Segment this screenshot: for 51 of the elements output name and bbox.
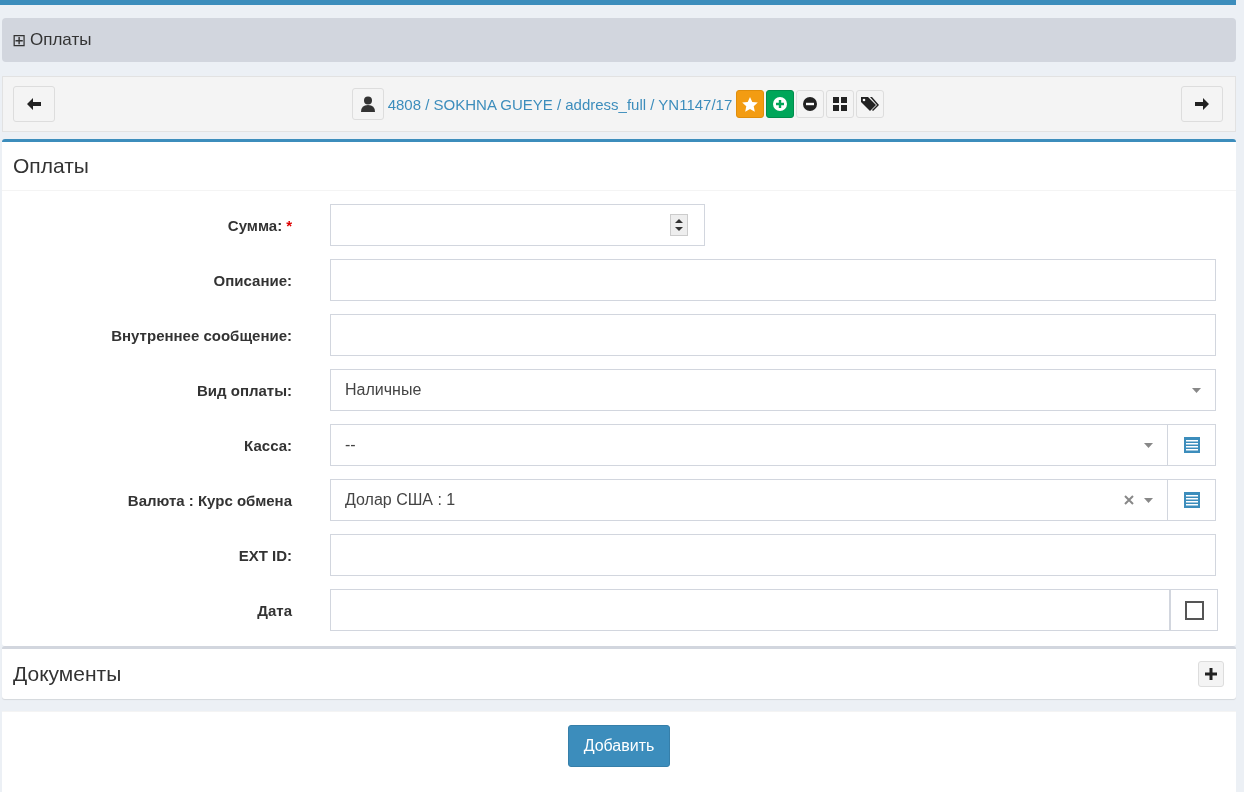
expand-icon[interactable]: ⊞ [12, 29, 26, 51]
select-field[interactable]: Наличные [330, 369, 1216, 411]
field-label: Дата [257, 601, 292, 619]
favorite-button[interactable] [736, 90, 765, 118]
panel-title: Документы [13, 662, 122, 686]
tags-button[interactable] [856, 90, 885, 118]
panel-title: Оплаты [13, 154, 89, 178]
previous-button[interactable] [13, 86, 55, 122]
text-field[interactable] [330, 259, 1216, 301]
field-label: Внутреннее сообщение: [111, 326, 292, 344]
submit-button[interactable]: Добавить [567, 725, 671, 767]
left-arrow-icon [27, 98, 41, 110]
field-label: Описание: [213, 271, 292, 289]
spinner-icon[interactable] [670, 214, 688, 236]
add-document-button[interactable] [1198, 661, 1224, 687]
number-field[interactable] [330, 204, 705, 246]
star-icon [742, 96, 759, 112]
dropdown-caret-icon[interactable] [1144, 497, 1153, 503]
collapse-bar[interactable]: ⊞ Оплаты [2, 18, 1236, 62]
list-icon [1183, 492, 1200, 508]
next-button[interactable] [1181, 86, 1223, 122]
field-label: Вид оплаты: [197, 381, 292, 399]
checkbox[interactable] [1184, 600, 1204, 620]
field-label: Валюта : Курс обмена [127, 491, 292, 509]
date-field[interactable] [330, 589, 1170, 631]
tags-icon [861, 97, 880, 111]
plus-circle-icon [773, 97, 788, 111]
add-button[interactable] [766, 90, 795, 118]
field-label: EXT ID: [238, 546, 292, 564]
remove-button[interactable] [796, 90, 825, 118]
select-field[interactable]: Долар США : 1 [330, 479, 1168, 521]
list-icon [1183, 437, 1200, 453]
plus-icon [1205, 668, 1217, 680]
collapse-bar-label: Оплаты [30, 30, 92, 50]
select-field[interactable]: -- [330, 424, 1168, 466]
user-icon [360, 96, 375, 112]
grid-button[interactable] [826, 90, 855, 118]
text-field[interactable] [330, 534, 1216, 576]
required-mark: * [286, 216, 292, 234]
list-button[interactable] [1168, 479, 1216, 521]
dropdown-caret-icon[interactable] [1192, 387, 1201, 393]
user-button[interactable] [351, 88, 384, 120]
minus-circle-icon [803, 97, 818, 111]
clear-icon[interactable] [1124, 495, 1134, 505]
field-label: Касса: [244, 436, 292, 454]
grid-icon [833, 97, 848, 111]
dropdown-caret-icon[interactable] [1144, 442, 1153, 448]
list-button[interactable] [1168, 424, 1216, 466]
field-label: Сумма: [227, 216, 283, 234]
text-field[interactable] [330, 314, 1216, 356]
right-arrow-icon [1195, 98, 1209, 110]
